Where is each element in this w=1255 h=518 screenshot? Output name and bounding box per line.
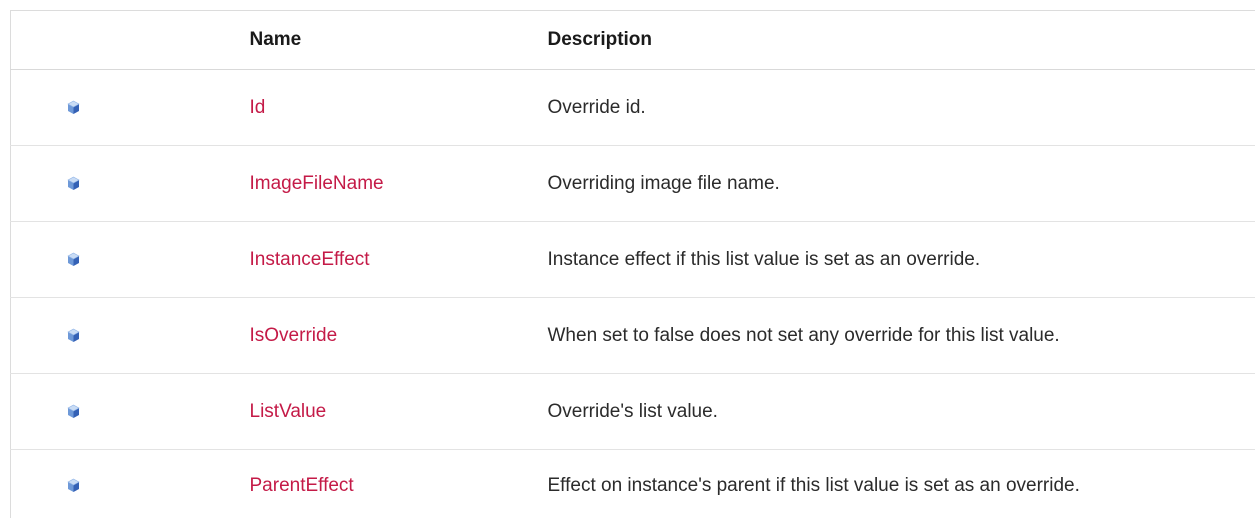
description-cell: Override id. (547, 69, 1255, 146)
name-cell: IsOverride (249, 297, 548, 374)
public-property-icon (67, 176, 80, 190)
public-property-icon (67, 479, 80, 493)
properties-table: Name Description Id Override id. ImageFi… (10, 10, 1255, 518)
description-cell: When set to false does not set any overr… (547, 297, 1255, 374)
description-cell: Effect on instance's parent if this list… (547, 475, 1080, 496)
icon-cell (11, 450, 250, 518)
table-row: IsOverride When set to false does not se… (10, 297, 1255, 374)
name-cell: ListValue (249, 373, 548, 450)
table-row: ParentEffect Effect on instance's parent… (11, 450, 1255, 518)
header-name: Name (249, 10, 548, 70)
header-description: Description (547, 10, 1255, 70)
page: Name Description Id Override id. ImageFi… (0, 0, 1255, 518)
property-link-imagefilename[interactable]: ImageFileName (250, 173, 384, 194)
description-cell: Overriding image file name. (547, 145, 1255, 222)
icon-cell (10, 221, 250, 298)
name-cell: ImageFileName (249, 145, 548, 222)
description-cell: Override's list value. (547, 373, 1255, 450)
table-header-row: Name Description (10, 10, 1255, 70)
table-row: InstanceEffect Instance effect if this l… (10, 221, 1255, 298)
name-cell: Id (249, 69, 548, 146)
public-property-icon (67, 328, 80, 342)
name-cell: InstanceEffect (249, 221, 548, 298)
name-cell: ParentEffect (250, 450, 548, 518)
property-link-id[interactable]: Id (250, 97, 266, 118)
public-property-icon (67, 252, 80, 266)
description-cell: Instance effect if this list value is se… (547, 221, 1255, 298)
icon-cell (10, 373, 250, 450)
table-row: ImageFileName Overriding image file name… (10, 145, 1255, 222)
public-property-icon (67, 100, 80, 114)
property-link-instanceeffect[interactable]: InstanceEffect (250, 249, 370, 270)
property-link-parenteffect[interactable]: ParentEffect (250, 475, 354, 496)
icon-cell (10, 145, 250, 222)
header-icon (10, 10, 250, 70)
property-link-listvalue[interactable]: ListValue (250, 401, 327, 422)
table-row: Id Override id. (10, 69, 1255, 146)
public-property-icon (67, 404, 80, 418)
table-row: ListValue Override's list value. (10, 373, 1255, 450)
property-link-isoverride[interactable]: IsOverride (250, 325, 338, 346)
icon-cell (10, 297, 250, 374)
icon-cell (10, 69, 250, 146)
